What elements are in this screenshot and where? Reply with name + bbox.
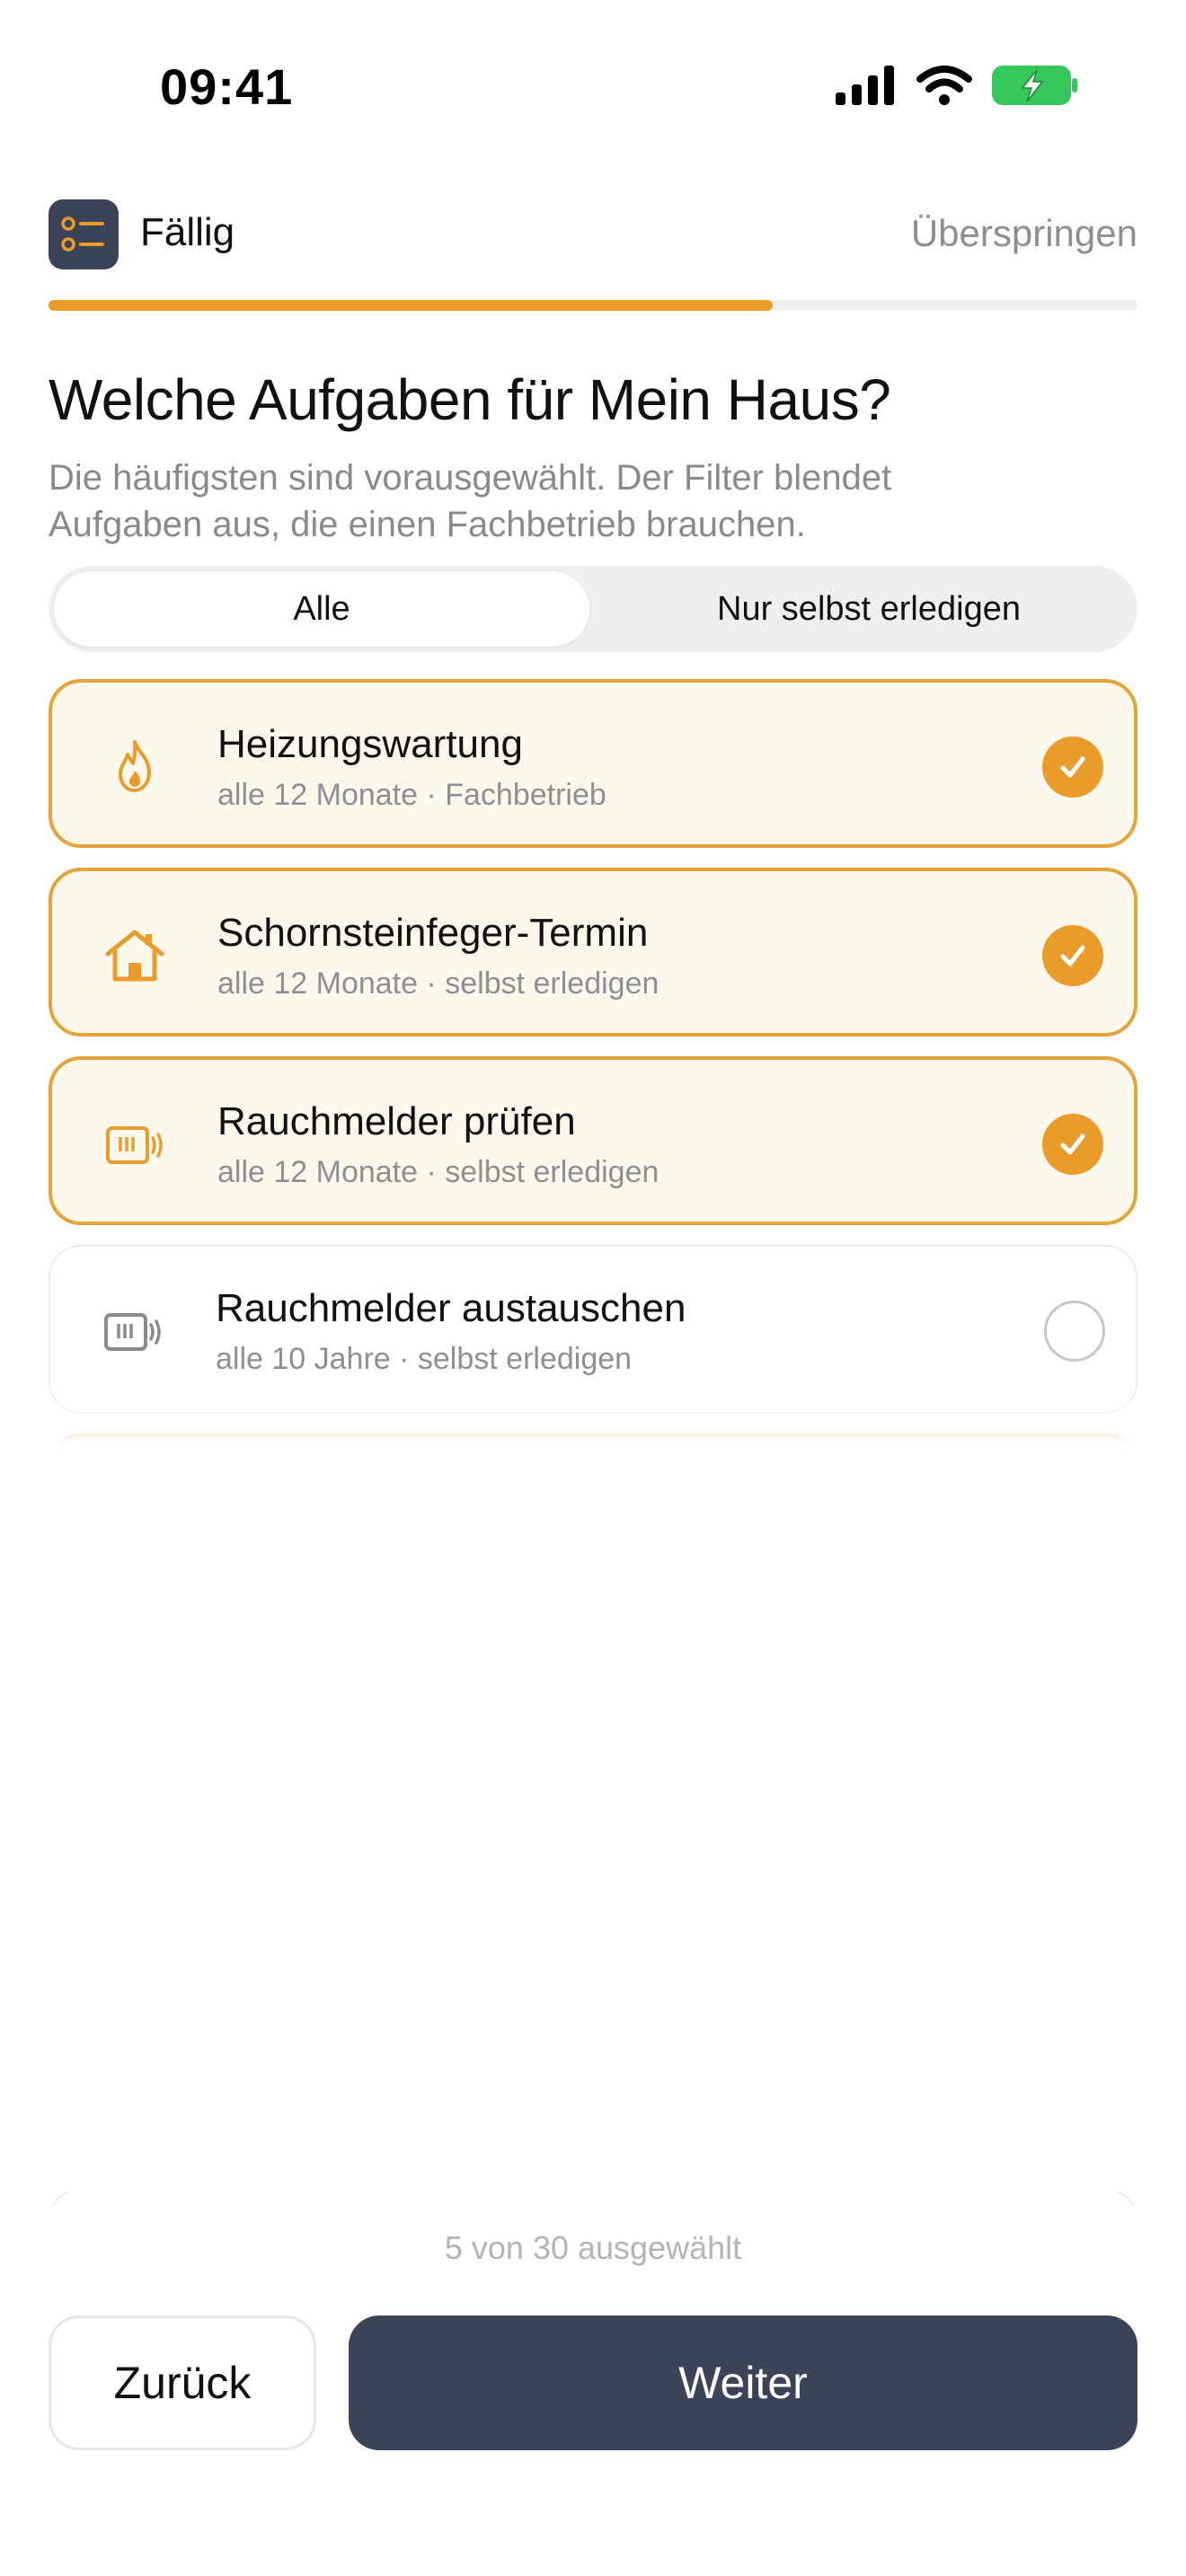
- status-time: 09:41: [160, 58, 294, 115]
- task-title: Silikonfugen im Bad prüfen: [216, 2041, 688, 2085]
- app-name: Fällig: [140, 210, 235, 254]
- warning-drop-icon: [102, 1489, 167, 1554]
- task-meta: alle 12 Monate · selbst erledigen: [216, 2096, 658, 2130]
- filter-option-self-only[interactable]: Nur selbst erledigen: [606, 571, 1132, 647]
- house-icon: [101, 1676, 165, 1741]
- flame-icon: [102, 735, 167, 799]
- back-button[interactable]: Zurück: [49, 2316, 316, 2450]
- empty-circle-icon[interactable]: [1044, 2055, 1105, 2116]
- task-title: Heizungswartung: [217, 722, 523, 766]
- task-item[interactable]: Schornsteinfeger-Termin alle 12 Monate · …: [49, 868, 1137, 1037]
- progress-fill: [49, 300, 773, 311]
- task-item[interactable]: Rauchmelder prüfen alle 12 Monate · selbs…: [49, 1056, 1137, 1225]
- checklist-icon: [61, 216, 104, 251]
- checkmark-circle-icon[interactable]: [1042, 737, 1103, 798]
- status-icons: [836, 65, 1078, 106]
- task-title: Schornsteinfeger-Termin: [217, 911, 649, 955]
- filter-option-all[interactable]: Alle: [54, 571, 589, 647]
- empty-circle-icon[interactable]: [1044, 1301, 1105, 1362]
- checkmark-circle-icon[interactable]: [1042, 1491, 1103, 1552]
- task-meta: alle 12 Monate · selbst erledigen: [216, 1719, 658, 1753]
- page-title: Welche Aufgaben für Mein Haus?: [49, 367, 891, 432]
- task-meta: alle 12 Monate · selbst erledigen: [217, 966, 659, 1001]
- task-meta: alle 10 Jahre · selbst erledigen: [216, 1342, 633, 1376]
- checkmark-circle-icon[interactable]: [1042, 925, 1103, 986]
- task-item[interactable]: Heizungswartung alle 12 Monate · Fachbetr…: [49, 679, 1137, 848]
- page-subtitle: Die häufigsten sind vorausgewählt. Der F…: [49, 458, 892, 544]
- app-logo: [49, 199, 119, 269]
- task-title: Dach-Sichtprüfung: [216, 1663, 544, 1707]
- next-button[interactable]: Weiter: [349, 2316, 1137, 2450]
- empty-circle-icon[interactable]: [1044, 1866, 1105, 1928]
- house-icon: [102, 923, 167, 988]
- task-item-partial[interactable]: [49, 2188, 1137, 2206]
- checkmark-circle-icon[interactable]: [1042, 1114, 1103, 1175]
- task-item[interactable]: Silikonfugen im Bad prüfen alle 12 Monate…: [49, 1999, 1137, 2168]
- task-meta: alle 12 Monate · selbst erledigen: [217, 1532, 659, 1566]
- selection-count: 5 von 30 ausgewählt: [444, 2229, 742, 2266]
- task-meta: alle 2 Jahre · selbst erledigen: [216, 1908, 615, 1942]
- signal-icon: [836, 66, 894, 105]
- task-title: Dachrinnen reinigen: [217, 1477, 571, 1521]
- task-title: Rauchmelder prüfen: [217, 1099, 576, 1143]
- task-title: Rauchmelder austauschen: [216, 1286, 686, 1330]
- house-icon: [101, 2053, 165, 2118]
- task-item[interactable]: Dach-Sichtprüfung alle 12 Monate · selbst…: [49, 1622, 1137, 1791]
- header: Fällig Überspringen: [49, 199, 1137, 271]
- house-icon: [101, 1865, 165, 1929]
- task-filter-segmented-control: Alle Nur selbst erledigen: [49, 566, 1137, 652]
- task-meta: alle 12 Monate · Fachbetrieb: [217, 778, 606, 812]
- onboarding-progress-bar: [49, 300, 1137, 311]
- task-title: Fassade prüfen: [216, 1852, 491, 1896]
- task-item[interactable]: Dachrinnen reinigen alle 12 Monate · selb…: [49, 1434, 1137, 1602]
- smoke-detector-icon: [101, 1299, 165, 1363]
- task-item[interactable]: Rauchmelder austauschen alle 10 Jahre · s…: [49, 1245, 1137, 1414]
- task-item[interactable]: Fassade prüfen alle 2 Jahre · selbst erle…: [49, 1811, 1137, 1980]
- smoke-detector-icon: [102, 1112, 167, 1177]
- empty-circle-icon[interactable]: [1044, 1678, 1105, 1739]
- task-meta: alle 12 Monate · selbst erledigen: [217, 1155, 659, 1189]
- battery-charging-icon: [992, 66, 1078, 105]
- task-list: Heizungswartung alle 12 Monate · Fachbetr…: [49, 679, 1137, 2206]
- status-bar: 09:41: [0, 0, 1186, 171]
- wifi-icon: [916, 66, 972, 105]
- skip-button[interactable]: Überspringen: [911, 212, 1137, 255]
